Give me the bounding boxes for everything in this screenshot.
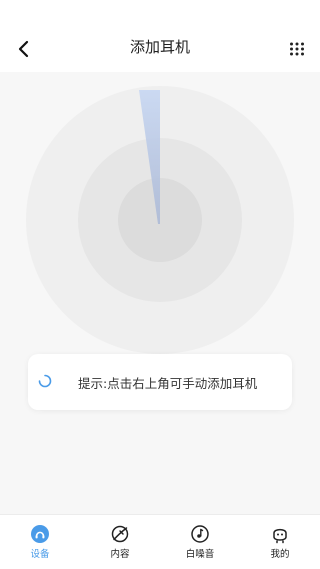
tab-profile[interactable]: 我的	[240, 515, 320, 569]
tab-device[interactable]: 设备	[0, 515, 80, 569]
white-noise-icon	[191, 525, 209, 543]
manual-add-menu-button[interactable]	[284, 34, 310, 64]
tip-text: 提示:点击右上角可手动添加耳机	[78, 376, 258, 391]
content-icon	[111, 525, 129, 543]
bottom-tab-bar: 设备 内容 白噪音 我的	[0, 514, 320, 569]
tab-label: 设备	[30, 549, 50, 560]
loading-spinner-icon	[38, 374, 52, 388]
device-icon	[31, 525, 49, 543]
page-title: 添加耳机	[129, 38, 190, 56]
grid-dots-icon	[290, 42, 304, 56]
top-bar: 添加耳机	[0, 0, 320, 72]
tab-label: 我的	[270, 549, 290, 560]
tip-card: 提示:点击右上角可手动添加耳机	[28, 354, 292, 410]
tab-label: 白噪音	[185, 549, 215, 560]
tab-label: 内容	[110, 549, 130, 560]
scanning-radar	[26, 86, 294, 354]
profile-icon	[273, 528, 287, 544]
tab-content[interactable]: 内容	[80, 515, 160, 569]
tab-white-noise[interactable]: 白噪音	[160, 515, 240, 569]
